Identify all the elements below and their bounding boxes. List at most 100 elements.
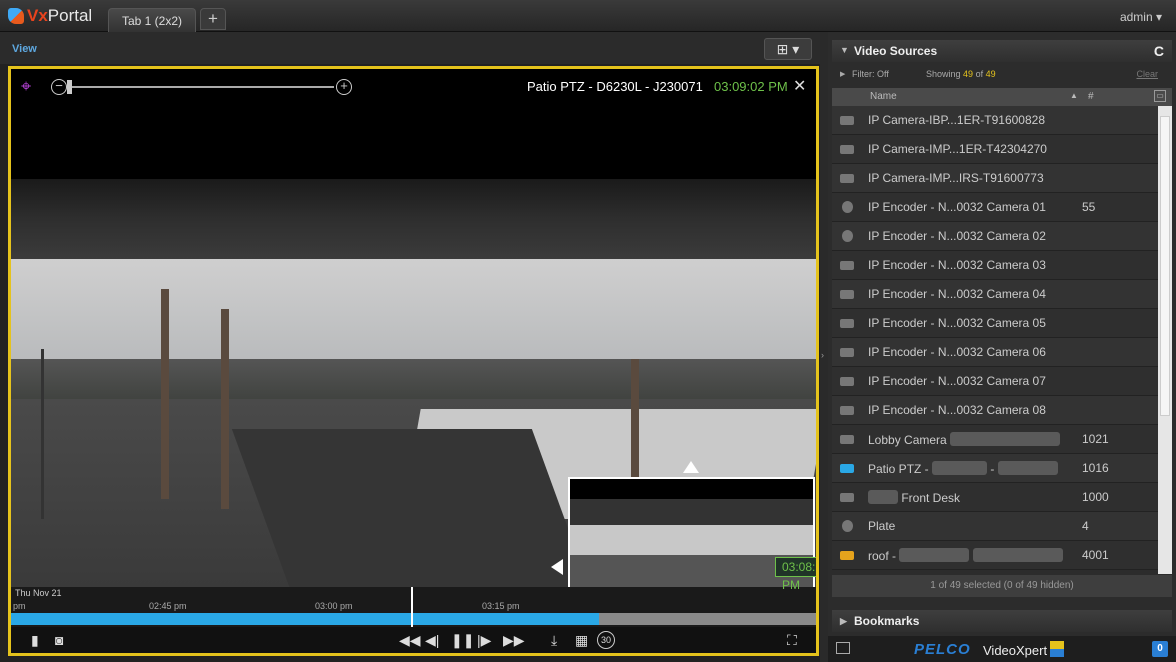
layout-button[interactable]: ⊞ ▾ <box>764 38 812 60</box>
light-pole <box>41 349 44 519</box>
source-name: IP Encoder - N...0032 Camera 03 <box>868 258 1046 272</box>
tab-1[interactable]: Tab 1 (2x2) <box>108 8 196 32</box>
add-tab-button[interactable]: + <box>200 8 226 30</box>
playhead-time: 03:08:52 PM <box>775 557 816 592</box>
zoom-slider-thumb[interactable] <box>67 80 72 94</box>
showing-count: Showing 49 of 49 <box>926 69 996 79</box>
vxportal-window: Vx Portal Tab 1 (2x2) + admin ▾ View ⊞ ▾… <box>0 0 1176 662</box>
source-list-scrollbar[interactable] <box>1158 106 1172 574</box>
list-item[interactable]: IP Camera-IMP...1ER-T42304270 <box>832 135 1158 164</box>
sort-asc-icon[interactable]: ▲ <box>1070 91 1078 100</box>
view-menu[interactable]: View <box>12 43 37 55</box>
export-icon[interactable]: ⤓ <box>551 631 557 649</box>
bookmarks-header[interactable]: ▶ Bookmarks <box>832 610 1172 632</box>
timeline-bar[interactable] <box>11 613 816 625</box>
pause-button[interactable]: ❚❚ <box>451 631 474 649</box>
pelco-logo: PELCO <box>914 641 971 658</box>
calendar-icon[interactable]: ▦ <box>575 631 588 649</box>
collapse-panel-icon[interactable]: › <box>821 350 824 360</box>
column-menu-icon[interactable]: ▭ <box>1154 90 1166 102</box>
seek-30-button[interactable]: 30 <box>597 631 615 649</box>
source-name-text: Lobby Camera <box>868 433 947 447</box>
filter-label: Filter: <box>852 69 875 79</box>
filter-value: Off <box>877 69 889 79</box>
snapshot-icon[interactable]: ◙ <box>55 631 63 649</box>
camera-icon <box>840 319 854 328</box>
bookmark-icon[interactable]: ▮ <box>31 631 39 649</box>
list-item[interactable]: IP Camera-IMP...IRS-T91600773 <box>832 164 1158 193</box>
ptz-icon[interactable]: ⌖ <box>21 77 39 95</box>
timeline[interactable]: Thu Nov 21 pm 02:45 pm 03:00 pm 03:15 pm… <box>11 557 816 627</box>
tree-trunk <box>161 289 169 499</box>
list-item[interactable]: IP Encoder - N...0032 Camera 07 <box>832 367 1158 396</box>
source-name: Front Desk <box>868 490 960 505</box>
camera-title: Patio PTZ - D6230L - J230071 <box>527 79 703 94</box>
ptz-direction-left-icon[interactable] <box>551 559 563 575</box>
camera-warning-icon <box>840 551 854 560</box>
panel-splitter[interactable]: › <box>820 32 828 662</box>
list-item[interactable]: IP Encoder - N...0032 Camera 02 <box>832 222 1158 251</box>
source-name-text: roof - <box>868 549 897 563</box>
filter-toggle[interactable]: Filter: Off <box>852 69 889 79</box>
clear-filter-link[interactable]: Clear <box>1136 69 1158 79</box>
chevron-right-icon[interactable]: ▶ <box>840 70 845 78</box>
video-tile[interactable]: ⌖ − + Patio PTZ - D6230L - J230071 03:09… <box>8 66 819 656</box>
list-item[interactable]: IP Encoder - N...0032 Camera 06 <box>832 338 1158 367</box>
list-item[interactable]: roof - 4001 <box>832 541 1158 570</box>
ptz-direction-up-icon[interactable] <box>683 461 699 473</box>
close-icon[interactable]: ✕ <box>793 76 806 96</box>
column-number[interactable]: # <box>1088 91 1094 102</box>
playback-controls: ▮ ◙ ◀◀ ◀| ❚❚ |▶ ▶▶ ⤓ ▦ 30 ⛶ <box>11 627 816 653</box>
scrollbar-thumb[interactable] <box>1160 116 1170 416</box>
showing-prefix: Showing <box>926 69 961 79</box>
timeline-playhead[interactable]: 03:08:52 PM <box>411 557 816 627</box>
fast-forward-button[interactable]: ▶▶ <box>503 631 525 649</box>
logo-vx-text: Vx <box>27 6 48 25</box>
list-item[interactable]: Lobby Camera 1021 <box>832 425 1158 454</box>
timeline-recorded-segment <box>11 613 599 625</box>
redacted-text <box>899 548 970 562</box>
camera-icon <box>840 261 854 270</box>
fullscreen-icon[interactable]: ⛶ <box>787 631 797 649</box>
chevron-down-icon: ▼ <box>840 45 849 55</box>
video-sources-panel: ▼ Video Sources C ▶ Filter: Off Showing … <box>828 32 1176 662</box>
video-sources-header[interactable]: ▼ Video Sources C <box>832 40 1172 62</box>
redacted-text <box>932 461 988 475</box>
camera-icon <box>840 377 854 386</box>
video-tile-header: ⌖ − + Patio PTZ - D6230L - J230071 03:09… <box>11 69 816 109</box>
list-item[interactable]: IP Encoder - N...0032 Camera 05 <box>832 309 1158 338</box>
list-item[interactable]: Plate 4 <box>832 512 1158 541</box>
rewind-button[interactable]: ◀◀ <box>399 631 421 649</box>
monitor-icon[interactable] <box>836 642 850 654</box>
list-item[interactable]: IP Encoder - N...0032 Camera 01 55 <box>832 193 1158 222</box>
step-forward-button[interactable]: |▶ <box>477 631 491 649</box>
zoom-out-button[interactable]: − <box>51 79 67 95</box>
zoom-in-button[interactable]: + <box>336 79 352 95</box>
column-header: Name ▲ # ▭ <box>832 88 1172 106</box>
redacted-text <box>868 490 898 504</box>
tree-trunk <box>221 309 229 509</box>
list-item[interactable]: IP Encoder - N...0032 Camera 04 <box>832 280 1158 309</box>
list-item[interactable]: Front Desk 1000 <box>832 483 1158 512</box>
video-road <box>231 429 591 589</box>
notification-badge[interactable]: 0 <box>1152 641 1168 657</box>
column-name[interactable]: Name <box>870 91 897 102</box>
source-name: Patio PTZ - - <box>868 461 1058 476</box>
refresh-icon[interactable]: C <box>1154 43 1164 59</box>
camera-icon <box>840 145 854 154</box>
timeline-tick: 03:15 pm <box>482 601 520 611</box>
list-item[interactable]: Patio PTZ - - 1016 <box>832 454 1158 483</box>
list-item[interactable]: IP Encoder - N...0032 Camera 03 <box>832 251 1158 280</box>
videoxpert-logo-icon <box>1050 641 1064 657</box>
zoom-slider-track[interactable] <box>69 86 334 88</box>
list-item[interactable]: IP Encoder - N...0032 Camera 08 <box>832 396 1158 425</box>
step-back-button[interactable]: ◀| <box>425 631 439 649</box>
camera-video-feed[interactable] <box>11 109 816 629</box>
camera-icon <box>840 290 854 299</box>
user-menu[interactable]: admin ▾ <box>1120 10 1162 24</box>
inset-sky <box>570 525 813 555</box>
source-name: IP Encoder - N...0032 Camera 07 <box>868 374 1046 388</box>
source-name: IP Encoder - N...0032 Camera 02 <box>868 229 1046 243</box>
redacted-text <box>997 461 1058 475</box>
list-item[interactable]: IP Camera-IBP...1ER-T91600828 <box>832 106 1158 135</box>
